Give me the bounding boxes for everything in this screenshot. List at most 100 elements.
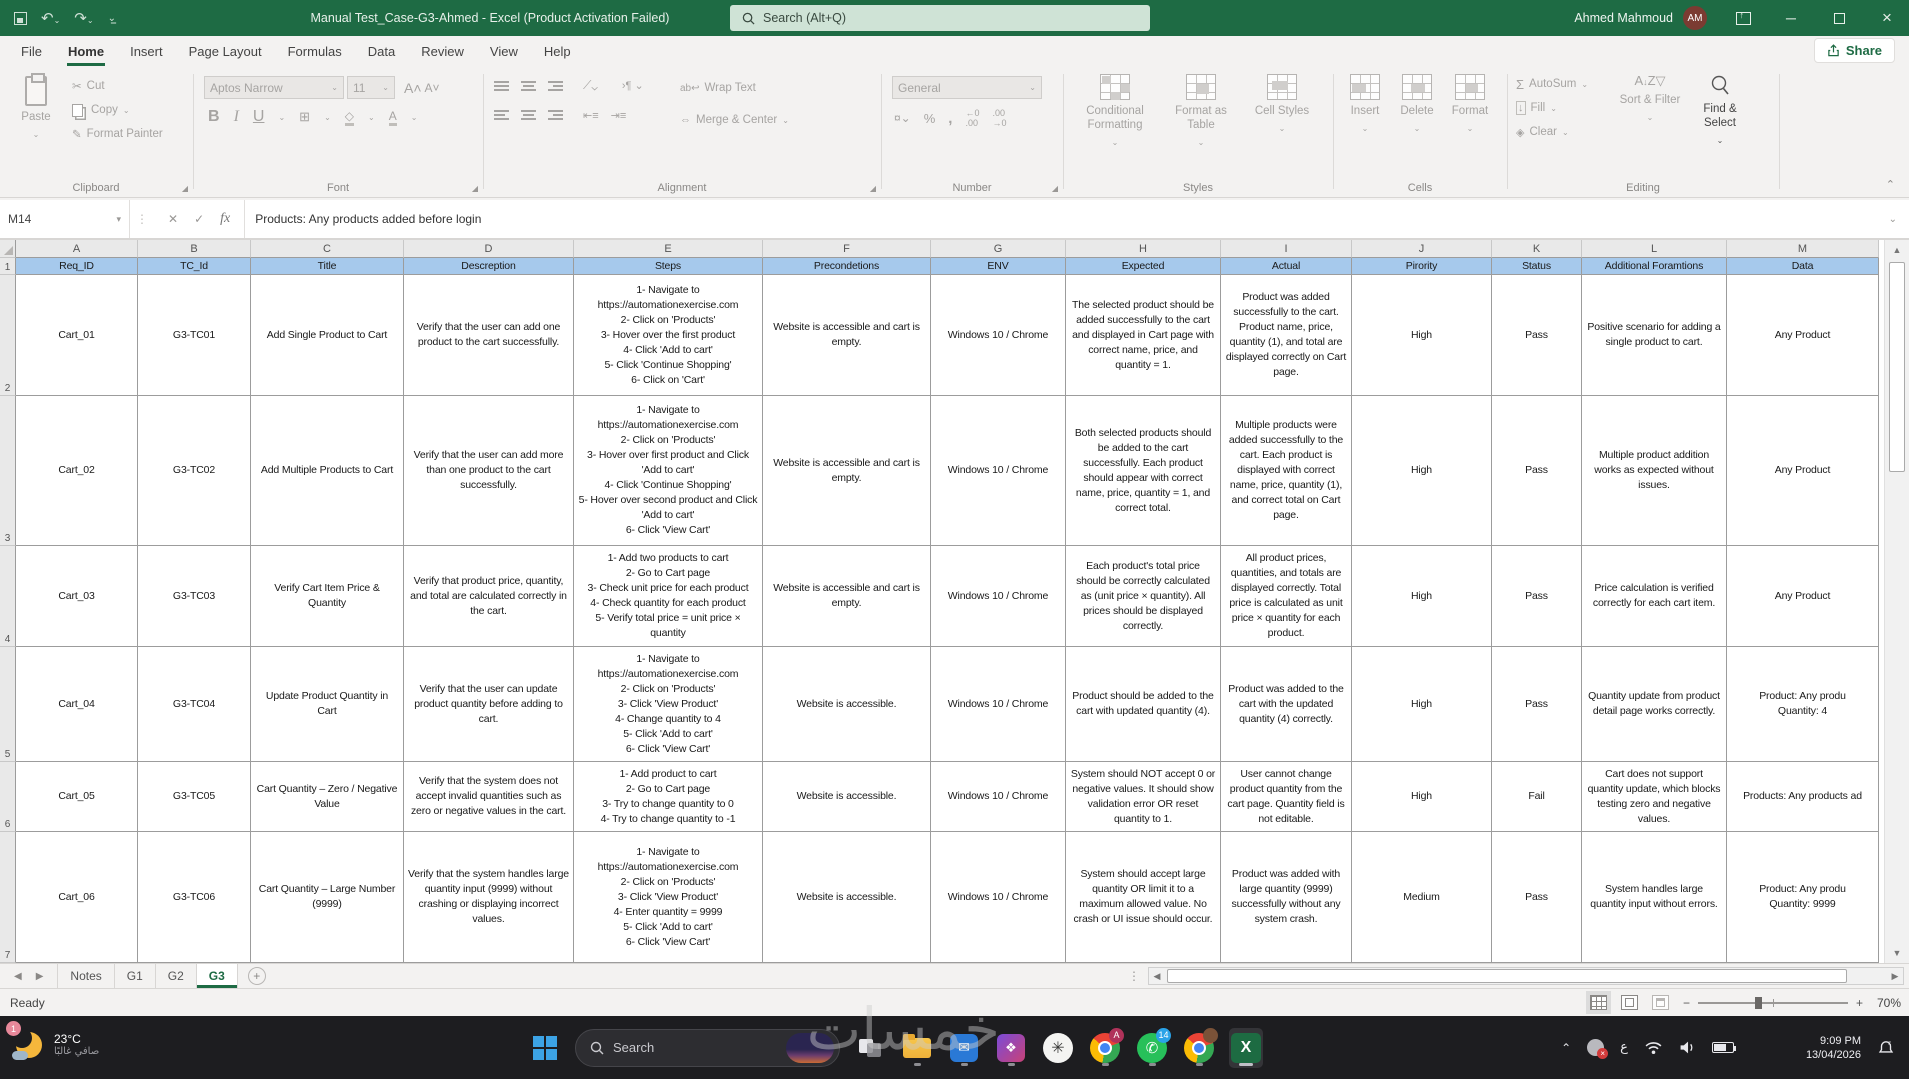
cell-H2[interactable]: The selected product should be added suc… (1066, 275, 1221, 396)
search-box[interactable]: Search (Alt+Q) (730, 5, 1150, 31)
bold-button[interactable]: B (208, 108, 220, 126)
user-name[interactable]: Ahmed Mahmoud (1574, 11, 1673, 25)
format-painter-button[interactable]: ✎Format Painter (72, 122, 163, 146)
conditional-formatting-button[interactable]: Conditional Formatting⌄ (1072, 66, 1158, 166)
accounting-format-icon[interactable]: ¤⌄ (894, 111, 911, 125)
cell-D5[interactable]: Verify that the user can update product … (404, 647, 574, 762)
zoom-out-icon[interactable]: − (1683, 996, 1690, 1010)
cell-L6[interactable]: Cart does not support quantity update, w… (1582, 762, 1727, 832)
cell-A3[interactable]: Cart_02 (16, 396, 138, 546)
decrease-font-icon[interactable]: A˅ (425, 81, 440, 95)
menu-tab-home[interactable]: Home (55, 36, 117, 66)
scroll-up-icon[interactable]: ▲ (1885, 240, 1909, 260)
cell-L5[interactable]: Quantity update from product detail page… (1582, 647, 1727, 762)
cell-B6[interactable]: G3-TC05 (138, 762, 251, 832)
cell-D7[interactable]: Verify that the system handles large qua… (404, 832, 574, 963)
whatsapp-button[interactable]: 14✆ (1135, 1028, 1169, 1068)
chrome-profile2-button[interactable] (1182, 1028, 1216, 1068)
header-cell-I1[interactable]: Actual (1221, 258, 1352, 275)
header-cell-H1[interactable]: Expected (1066, 258, 1221, 275)
sheet-tab-g2[interactable]: G2 (156, 964, 197, 988)
reading-order-icon[interactable]: ›¶ ⌄ (622, 79, 644, 92)
menu-tab-review[interactable]: Review (408, 36, 477, 66)
cell-G3[interactable]: Windows 10 / Chrome (931, 396, 1066, 546)
sheet-tab-g3[interactable]: G3 (197, 964, 238, 988)
formula-input[interactable]: Products: Any products added before logi… (245, 200, 1876, 238)
cell-H7[interactable]: System should accept large quantity OR l… (1066, 832, 1221, 963)
taskbar-search[interactable]: Search (575, 1029, 840, 1067)
cell-F3[interactable]: Website is accessible and cart is empty. (763, 396, 931, 546)
fill-button[interactable]: ↓Fill ⌄ (1516, 96, 1588, 120)
cell-A5[interactable]: Cart_04 (16, 647, 138, 762)
column-header-D[interactable]: D (404, 240, 574, 258)
cell-D2[interactable]: Verify that the user can add one product… (404, 275, 574, 396)
cell-I7[interactable]: Product was added with large quantity (9… (1221, 832, 1352, 963)
cell-H6[interactable]: System should NOT accept 0 or negative v… (1066, 762, 1221, 832)
cell-D6[interactable]: Verify that the system does not accept i… (404, 762, 574, 832)
menu-tab-view[interactable]: View (477, 36, 531, 66)
row-header-6[interactable]: 6 (0, 762, 16, 832)
orientation-icon[interactable]: ⟋⌄ (583, 78, 598, 93)
cell-C4[interactable]: Verify Cart Item Price & Quantity (251, 546, 404, 647)
cell-G5[interactable]: Windows 10 / Chrome (931, 647, 1066, 762)
menu-tab-formulas[interactable]: Formulas (275, 36, 355, 66)
restore-button[interactable] (1817, 0, 1861, 36)
insert-cells-button[interactable]: Insert⌄ (1340, 66, 1390, 166)
cell-J3[interactable]: High (1352, 396, 1492, 546)
align-center-icon[interactable] (521, 108, 536, 122)
cell-E2[interactable]: 1- Navigate to https://automationexercis… (574, 275, 763, 396)
cell-H5[interactable]: Product should be added to the cart with… (1066, 647, 1221, 762)
fill-color-icon[interactable]: ◇ (345, 109, 354, 126)
cell-A7[interactable]: Cart_06 (16, 832, 138, 963)
close-button[interactable]: × (1865, 0, 1909, 36)
horizontal-scroll-thumb[interactable] (1167, 969, 1847, 983)
sheet-tab-notes[interactable]: Notes (57, 964, 114, 988)
header-cell-J1[interactable]: Pirority (1352, 258, 1492, 275)
expand-formula-bar-icon[interactable]: ⌄ (1877, 200, 1909, 238)
scroll-left-icon[interactable]: ◀ (1149, 971, 1165, 982)
cell-F7[interactable]: Website is accessible. (763, 832, 931, 963)
align-bottom-icon[interactable] (548, 79, 563, 93)
cell-C7[interactable]: Cart Quantity – Large Number (9999) (251, 832, 404, 963)
cell-J5[interactable]: High (1352, 647, 1492, 762)
font-color-icon[interactable]: A (389, 109, 397, 126)
next-sheet-icon[interactable]: ▶ (36, 971, 44, 982)
vertical-scroll-thumb[interactable] (1889, 262, 1905, 472)
column-header-K[interactable]: K (1492, 240, 1582, 258)
battery-icon[interactable] (1712, 1042, 1734, 1053)
menu-tab-help[interactable]: Help (531, 36, 584, 66)
collapse-ribbon-icon[interactable]: ⌃ (1886, 178, 1895, 191)
percent-style-icon[interactable]: % (924, 111, 936, 126)
header-cell-F1[interactable]: Precondetions (763, 258, 931, 275)
alignment-dialog-launcher-icon[interactable]: ◢ (870, 184, 876, 193)
cell-C5[interactable]: Update Product Quantity in Cart (251, 647, 404, 762)
weather-widget[interactable]: 1 23°C صافي غالبًا (10, 1026, 99, 1062)
increase-decimal-icon[interactable]: ←0.00 (965, 108, 979, 128)
new-sheet-button[interactable]: + (248, 967, 266, 985)
header-cell-G1[interactable]: ENV (931, 258, 1066, 275)
cell-G6[interactable]: Windows 10 / Chrome (931, 762, 1066, 832)
clock[interactable]: 9:09 PM 13/04/2026 (1806, 1034, 1861, 1062)
cell-E6[interactable]: 1- Add product to cart 2- Go to Cart pag… (574, 762, 763, 832)
cell-B2[interactable]: G3-TC01 (138, 275, 251, 396)
cell-J7[interactable]: Medium (1352, 832, 1492, 963)
cell-E4[interactable]: 1- Add two products to cart 2- Go to Car… (574, 546, 763, 647)
cell-B5[interactable]: G3-TC04 (138, 647, 251, 762)
vertical-scrollbar[interactable]: ▲ ▼ (1884, 240, 1909, 963)
cell-E5[interactable]: 1- Navigate to https://automationexercis… (574, 647, 763, 762)
cell-K2[interactable]: Pass (1492, 275, 1582, 396)
font-size-select[interactable]: 11⌄ (347, 76, 395, 99)
decrease-decimal-icon[interactable]: .00→0 (992, 108, 1006, 128)
cell-K3[interactable]: Pass (1492, 396, 1582, 546)
avatar[interactable]: AM (1683, 6, 1707, 30)
cell-C3[interactable]: Add Multiple Products to Cart (251, 396, 404, 546)
format-cells-button[interactable]: Format⌄ (1444, 66, 1496, 166)
clipboard-dialog-launcher-icon[interactable]: ◢ (182, 184, 188, 193)
chatgpt-button[interactable]: ✳ (1041, 1028, 1075, 1068)
header-cell-B1[interactable]: TC_Id (138, 258, 251, 275)
format-as-table-button[interactable]: Format as Table⌄ (1162, 66, 1240, 166)
insert-function-icon[interactable]: fx (220, 211, 230, 227)
italic-button[interactable]: I (234, 108, 239, 126)
column-header-B[interactable]: B (138, 240, 251, 258)
excel-taskbar-button[interactable]: X (1229, 1028, 1263, 1068)
